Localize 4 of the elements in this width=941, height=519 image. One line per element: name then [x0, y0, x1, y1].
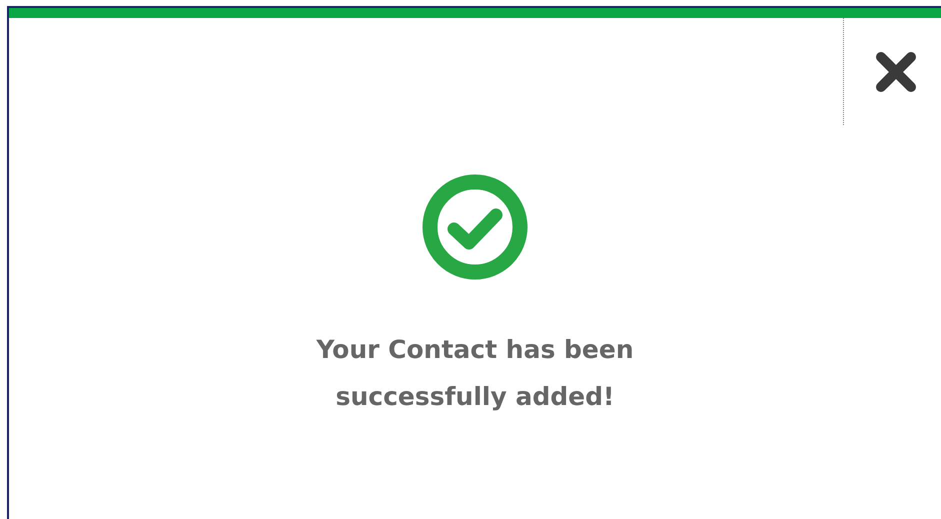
success-message: Your Contact has been successfully added! [315, 334, 635, 413]
close-icon [874, 50, 916, 92]
close-button[interactable] [874, 50, 918, 94]
success-check-icon [422, 174, 528, 280]
